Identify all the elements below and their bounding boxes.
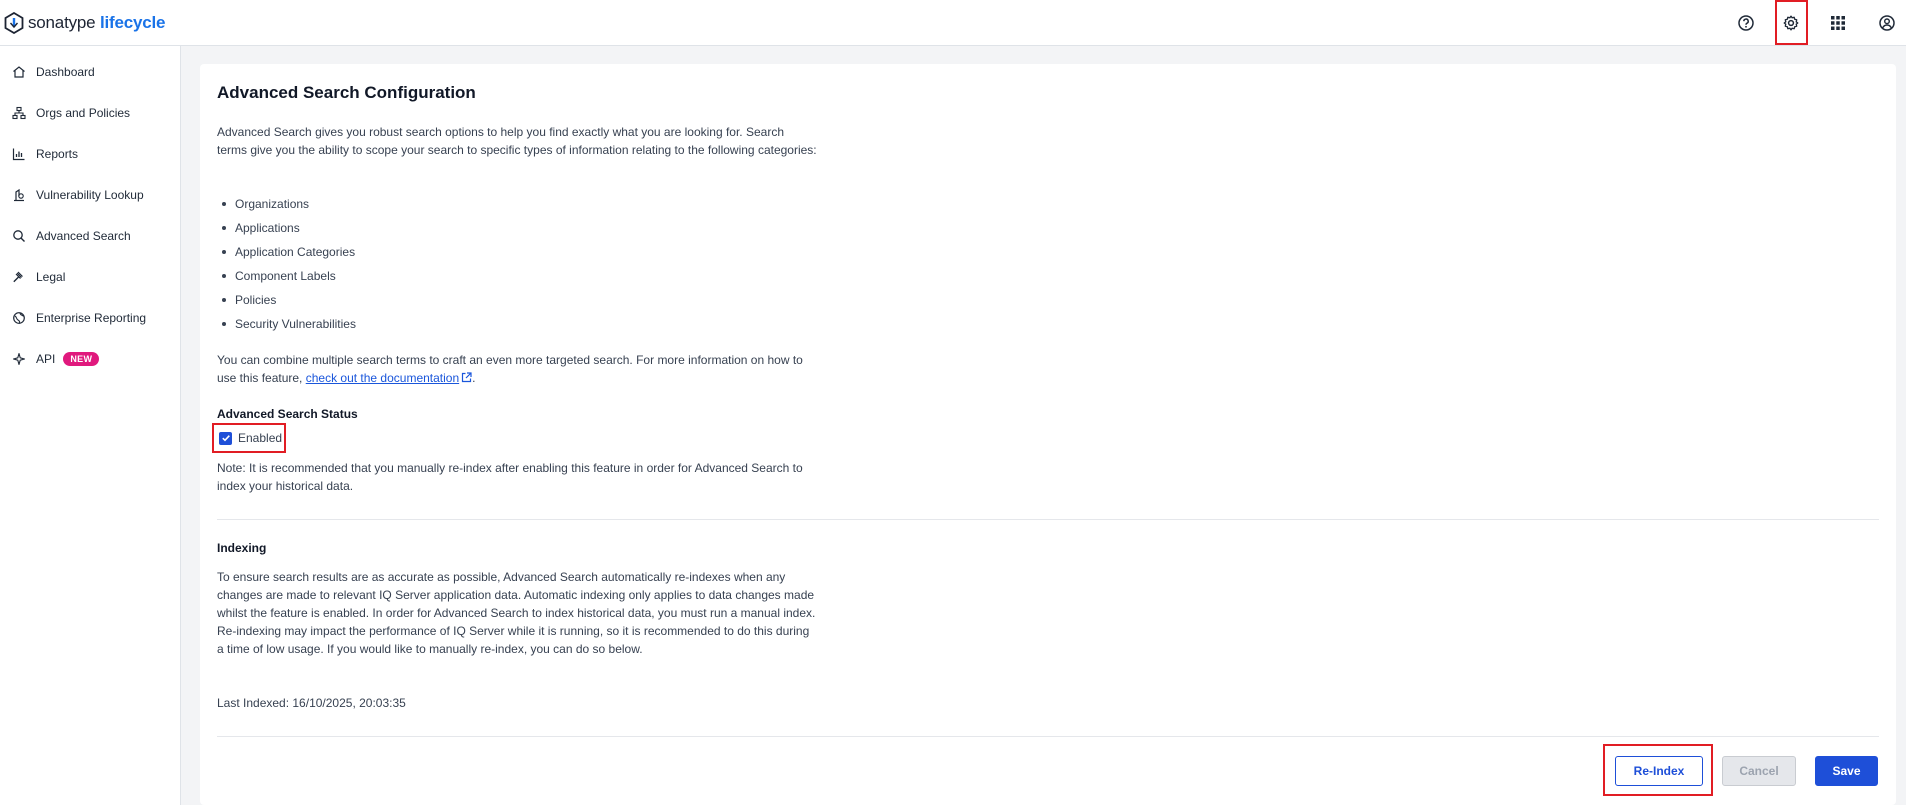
gavel-icon [13, 271, 23, 283]
sidebar-item-dashboard[interactable]: Dashboard [12, 60, 95, 84]
sidebar-item-label: Vulnerability Lookup [36, 188, 144, 202]
list-item: Policies [217, 291, 356, 315]
sidebar-item-label: Legal [36, 270, 66, 284]
check-icon [221, 435, 230, 442]
sidebar-item-api[interactable]: API NEW [12, 347, 100, 371]
list-item: Applications [217, 219, 356, 243]
cancel-button[interactable]: Cancel [1722, 756, 1796, 786]
search-icon [13, 230, 25, 242]
sidebar-item-label: Orgs and Policies [36, 106, 131, 120]
sonatype-logo[interactable]: sonatype lifecycle [4, 12, 165, 34]
settings-icon[interactable] [1777, 9, 1805, 37]
list-item: Application Categories [217, 243, 356, 267]
actions-divider [217, 736, 1879, 737]
globe-chart-icon [13, 312, 25, 324]
list-item: Security Vulnerabilities [217, 315, 356, 339]
indexing-heading: Indexing [217, 541, 267, 555]
documentation-link[interactable]: check out the documentation [306, 371, 459, 385]
category-list: Organizations Applications Application C… [217, 195, 356, 339]
sidebar-item-label: Reports [36, 147, 79, 161]
list-item: Component Labels [217, 267, 356, 291]
vuln-search-icon [14, 188, 24, 202]
combine-text-after: . [472, 371, 476, 385]
sidebar-item-orgs-and-policies[interactable]: Orgs and Policies [12, 101, 130, 125]
user-icon[interactable] [1873, 9, 1901, 37]
product-name: lifecycle [99, 13, 166, 32]
logo-mark-icon [4, 12, 24, 34]
sidebar-item-label: Dashboard [36, 65, 95, 79]
reindex-note: Note: It is recommended that you manuall… [217, 461, 803, 493]
save-button[interactable]: Save [1815, 756, 1878, 786]
enabled-label: Enabled [238, 431, 283, 445]
intro-text: Advanced Search gives you robust search … [217, 125, 817, 157]
new-badge: NEW [63, 352, 100, 366]
sidebar-item-reports[interactable]: Reports [12, 142, 78, 166]
enabled-checkbox[interactable] [219, 431, 232, 445]
status-heading: Advanced Search Status [217, 407, 358, 421]
chart-icon [12, 148, 25, 161]
home-icon [13, 66, 25, 78]
external-link-icon [462, 372, 472, 383]
sidebar-item-label: API [36, 352, 56, 366]
top-header: sonatype lifecycle [0, 0, 1906, 46]
apps-grid-icon[interactable] [1824, 9, 1852, 37]
sparkle-icon [12, 352, 26, 366]
list-item: Organizations [217, 195, 356, 219]
sidebar-item-label: Advanced Search [36, 229, 131, 243]
page-title: Advanced Search Configuration [217, 83, 476, 102]
sidebar-item-vulnerability-lookup[interactable]: Vulnerability Lookup [12, 183, 144, 207]
sidebar-nav: Dashboard Orgs and Policies Reports Vuln… [0, 46, 181, 805]
help-icon[interactable] [1732, 9, 1760, 37]
combine-text: You can combine multiple search terms to… [217, 351, 817, 387]
enabled-checkbox-row[interactable]: Enabled [212, 423, 286, 453]
indexing-text: To ensure search results are as accurate… [217, 570, 816, 656]
sidebar-item-label: Enterprise Reporting [36, 311, 147, 325]
sidebar-item-advanced-search[interactable]: Advanced Search [12, 224, 131, 248]
org-tree-icon [12, 106, 26, 120]
reindex-button[interactable]: Re-Index [1615, 756, 1703, 786]
last-indexed: Last Indexed: 16/10/2025, 20:03:35 [217, 696, 406, 710]
brand-name: sonatype [28, 13, 96, 32]
sidebar-item-enterprise-reporting[interactable]: Enterprise Reporting [12, 306, 146, 330]
sidebar-item-legal[interactable]: Legal [12, 265, 65, 289]
section-divider [217, 519, 1879, 520]
